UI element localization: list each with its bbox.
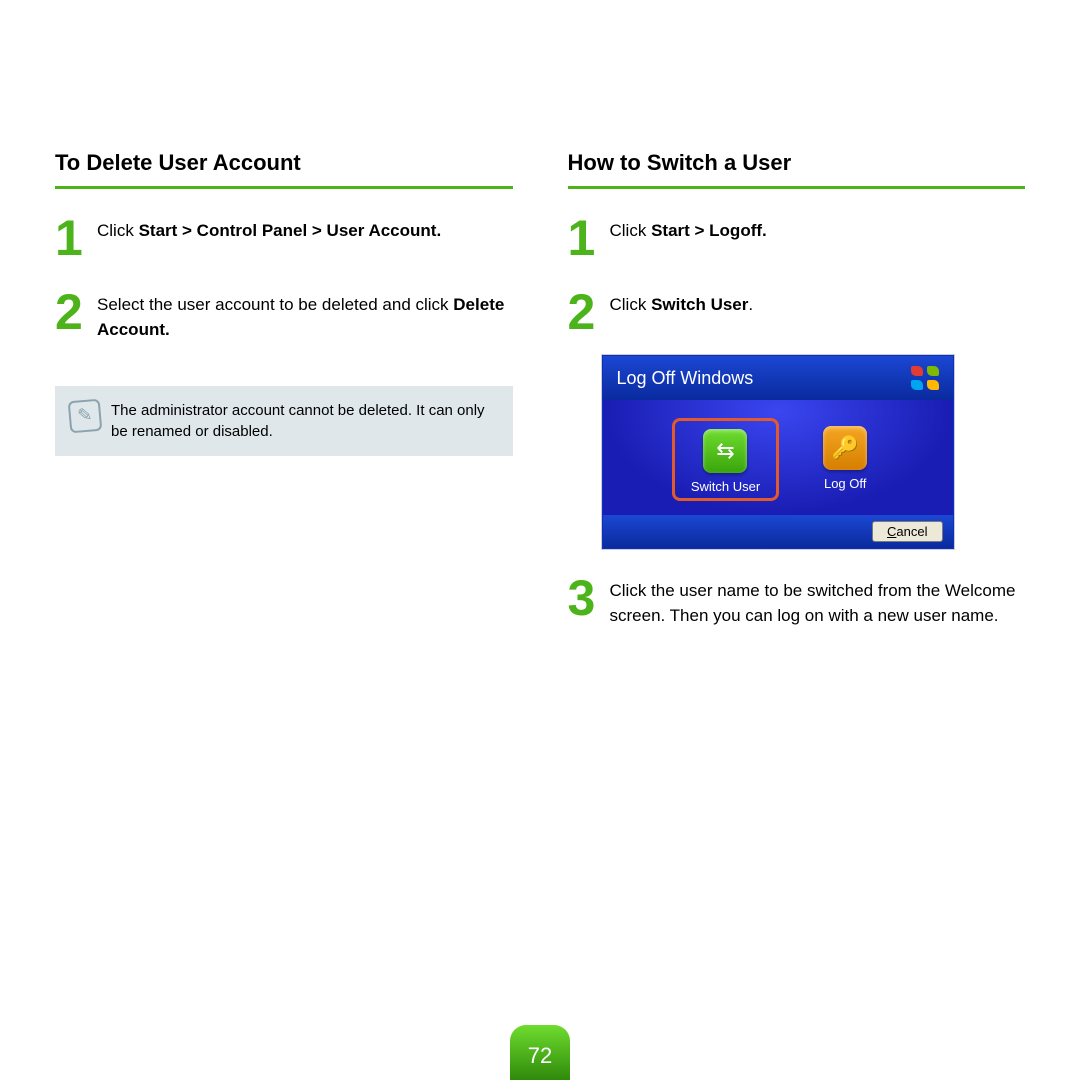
step-3-right: 3 Click the user name to be switched fro… <box>568 577 1026 628</box>
step-2-right: 2 Click Switch User. <box>568 291 1026 337</box>
heading-switch-user: How to Switch a User <box>568 150 1026 189</box>
step-bold: Start > Logoff. <box>651 221 767 240</box>
step-number: 2 <box>55 287 89 342</box>
note-box: ✎ The administrator account cannot be de… <box>55 386 513 456</box>
step-text: Click the user name to be switched from … <box>610 577 1026 628</box>
step-1-left: 1 Click Start > Control Panel > User Acc… <box>55 217 513 263</box>
step-number: 2 <box>568 287 602 337</box>
log-off-label: Log Off <box>823 476 867 491</box>
step-text: Click <box>97 221 139 240</box>
dialog-footer: Cancel <box>603 515 953 548</box>
step-number: 3 <box>568 573 602 628</box>
log-off-button[interactable]: 🔑 Log Off <box>823 426 867 497</box>
switch-user-label: Switch User <box>691 479 760 494</box>
left-column: To Delete User Account 1 Click Start > C… <box>55 150 513 628</box>
heading-delete-account: To Delete User Account <box>55 150 513 189</box>
dialog-titlebar: Log Off Windows <box>603 356 953 400</box>
dialog-body: ⇆ Switch User 🔑 Log Off <box>603 400 953 515</box>
step-1-right: 1 Click Start > Logoff. <box>568 217 1026 263</box>
step-number: 1 <box>55 213 89 263</box>
logoff-dialog: Log Off Windows ⇆ Switch User 🔑 Log Off <box>602 355 954 549</box>
right-column: How to Switch a User 1 Click Start > Log… <box>568 150 1026 628</box>
switch-user-button[interactable]: ⇆ Switch User <box>672 418 779 501</box>
page-number: 72 <box>510 1025 570 1080</box>
step-text: Select the user account to be deleted an… <box>97 295 453 314</box>
step-number: 1 <box>568 213 602 263</box>
step-suffix: . <box>748 295 753 314</box>
note-text: The administrator account cannot be dele… <box>111 400 499 442</box>
log-off-icon: 🔑 <box>823 426 867 470</box>
step-bold: Start > Control Panel > User Account. <box>139 221 442 240</box>
step-2-left: 2 Select the user account to be deleted … <box>55 291 513 342</box>
step-bold: Switch User <box>651 295 748 314</box>
cancel-button[interactable]: Cancel <box>872 521 942 542</box>
switch-user-icon: ⇆ <box>703 429 747 473</box>
dialog-title: Log Off Windows <box>617 368 754 389</box>
step-text: Click <box>610 221 652 240</box>
step-text: Click <box>610 295 652 314</box>
note-icon: ✎ <box>68 399 103 434</box>
windows-logo-icon <box>911 366 939 390</box>
